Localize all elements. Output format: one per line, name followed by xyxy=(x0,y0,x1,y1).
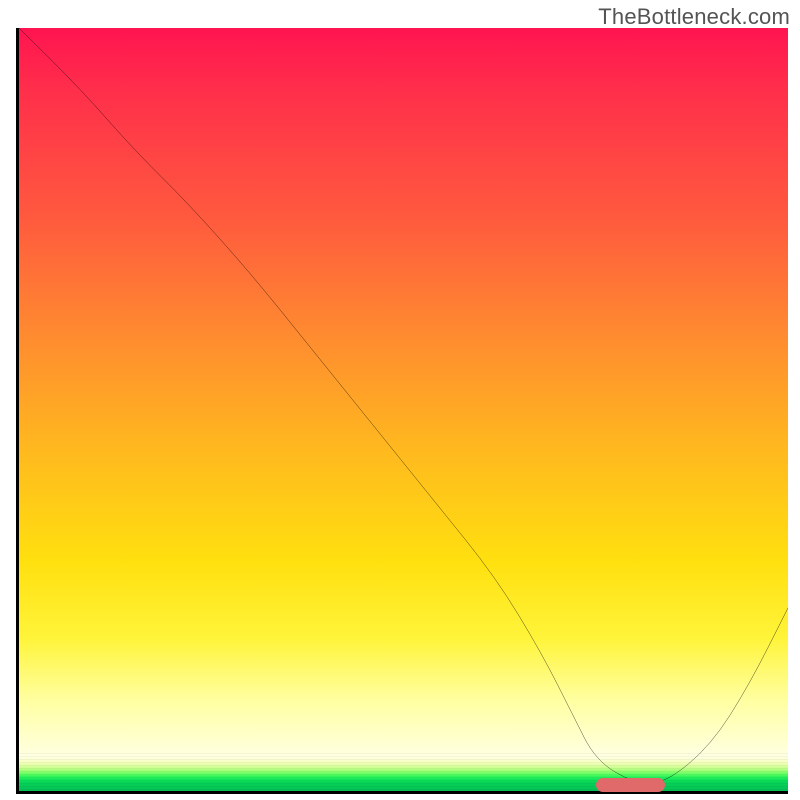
plot-area xyxy=(16,28,788,794)
watermark-text: TheBottleneck.com xyxy=(598,4,790,30)
optimal-range-marker xyxy=(596,778,665,792)
curve-path xyxy=(19,28,788,783)
chart-container: TheBottleneck.com xyxy=(0,0,800,800)
bottleneck-curve xyxy=(19,28,788,791)
